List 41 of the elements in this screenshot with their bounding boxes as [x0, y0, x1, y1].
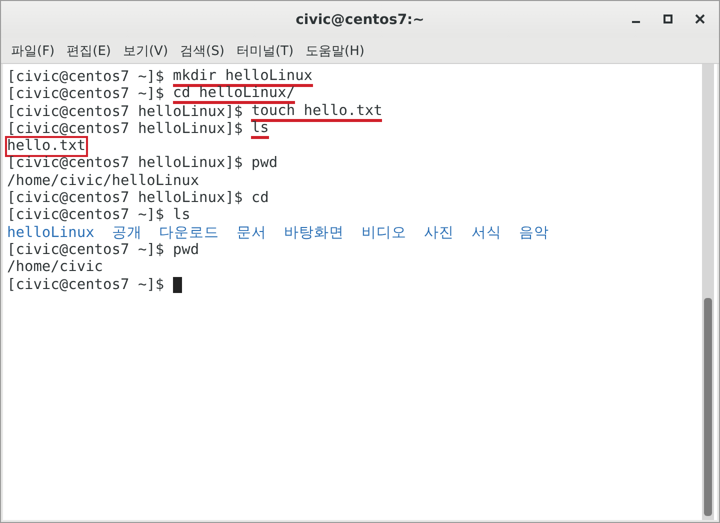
directory-name: helloLinux — [7, 224, 94, 242]
maximize-icon[interactable] — [663, 14, 673, 24]
directory-name: 사진 — [424, 224, 454, 242]
command-text: touch hello.txt — [251, 104, 382, 122]
directory-name: 공개 — [112, 224, 142, 242]
directory-name: 바탕화면 — [284, 224, 344, 242]
command-text: mkdir helloLinux — [172, 69, 313, 87]
prompt-text: [civic@centos7 helloLinux]$ — [7, 120, 243, 138]
prompt-text: [civic@centos7 ~]$ — [7, 242, 164, 260]
prompt-text: [civic@centos7 helloLinux]$ — [7, 155, 243, 173]
menu-item[interactable]: 파일(F) — [11, 42, 55, 60]
command-text: ls — [172, 207, 190, 225]
close-icon[interactable] — [695, 14, 705, 24]
output-text: /home/civic — [7, 259, 104, 277]
scroll-thumb[interactable] — [704, 298, 712, 516]
menu-item[interactable]: 터미널(T) — [236, 42, 294, 60]
prompt-text: [civic@centos7 helloLinux]$ — [7, 104, 243, 121]
command-text: cd — [251, 190, 269, 208]
prompt-text: [civic@centos7 ~]$ — [7, 86, 164, 104]
command-text: pwd — [251, 155, 278, 173]
prompt-text: [civic@centos7 helloLinux]$ — [7, 190, 243, 208]
output-text: hello.txt — [7, 138, 86, 156]
window-title: civic@centos7:~ — [296, 12, 424, 28]
directory-name: 음악 — [518, 224, 549, 242]
command-text: ls — [251, 120, 269, 139]
menu-item[interactable]: 보기(V) — [122, 42, 168, 60]
directory-name: 비디오 — [362, 224, 407, 242]
prompt-text: [civic@centos7 ~]$ — [7, 207, 164, 225]
prompt-text: [civic@centos7 ~]$ — [7, 276, 164, 294]
menu-item[interactable]: 편집(E) — [66, 42, 111, 60]
directory-name: 문서 — [236, 224, 267, 242]
menu-item[interactable]: 도움말(H) — [306, 42, 364, 60]
command-text: pwd — [172, 242, 200, 260]
directory-name: 서식 — [471, 224, 502, 242]
prompt-text: [civic@centos7 ~]$ — [7, 69, 164, 86]
command-text: cd helloLinux/ — [172, 86, 296, 104]
directory-name: 다운로드 — [159, 224, 220, 242]
menu-item[interactable]: 검색(S) — [180, 42, 224, 60]
scrollbar[interactable] — [702, 64, 714, 520]
text-cursor — [172, 276, 182, 293]
output-text: /home/civic/helloLinux — [7, 172, 200, 190]
